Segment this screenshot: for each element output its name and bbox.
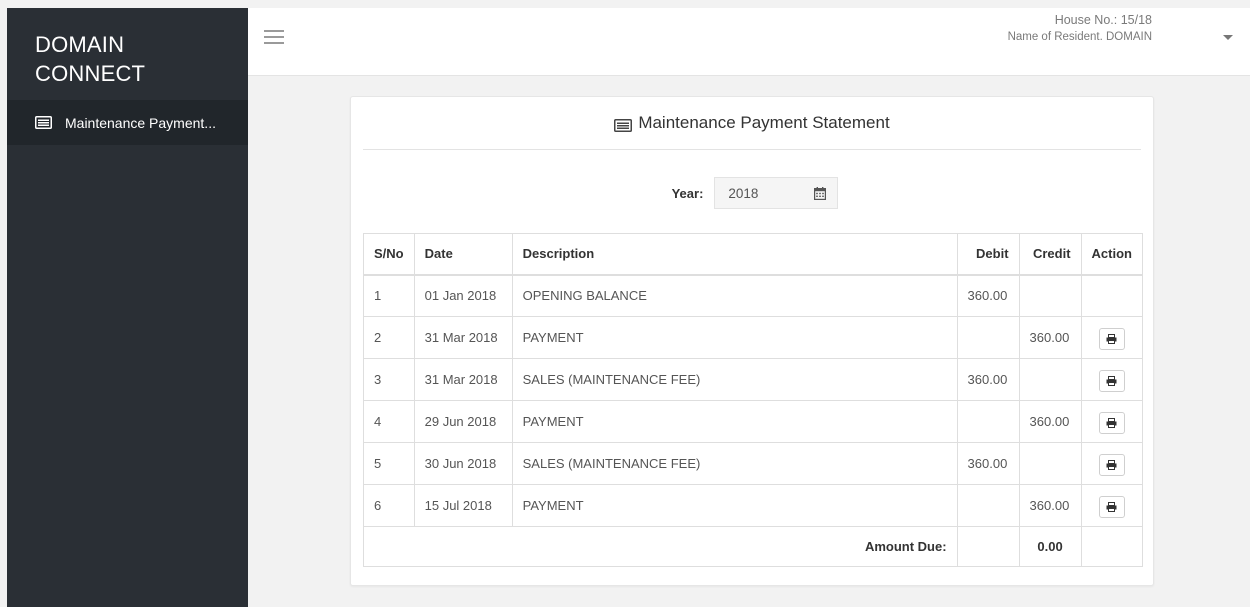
cell-credit bbox=[1018, 358, 1082, 401]
sidebar: DOMAIN CONNECT Maintenance Payment... bbox=[7, 8, 248, 607]
sidebar-item-maintenance-payment[interactable]: Maintenance Payment... bbox=[7, 100, 248, 145]
cell-description: OPENING BALANCE bbox=[511, 274, 958, 317]
cell-action bbox=[1080, 400, 1144, 443]
statement-table: S/No Date Description Debit Credit Actio… bbox=[363, 233, 1144, 567]
column-header-action: Action bbox=[1080, 233, 1144, 276]
cell-description: SALES (MAINTENANCE FEE) bbox=[511, 442, 958, 485]
cell-debit: 360.00 bbox=[956, 442, 1020, 485]
print-icon bbox=[1106, 460, 1117, 470]
print-button[interactable] bbox=[1098, 454, 1125, 476]
cell-description: SALES (MAINTENANCE FEE) bbox=[511, 358, 958, 401]
sidebar-item-label: Maintenance Payment... bbox=[65, 114, 216, 131]
table-row: 1 01 Jan 2018 OPENING BALANCE 360.00 bbox=[363, 274, 1144, 317]
cell-debit: 360.00 bbox=[956, 358, 1020, 401]
menu-toggle-icon[interactable] bbox=[264, 30, 284, 44]
cell-debit bbox=[956, 400, 1020, 443]
brand-line-1: DOMAIN bbox=[35, 32, 125, 57]
cell-credit: 360.00 bbox=[1018, 484, 1082, 527]
top-bar: House No.: 15/18 Name of Resident. DOMAI… bbox=[248, 8, 1250, 76]
print-icon bbox=[1106, 418, 1117, 428]
cell-description: PAYMENT bbox=[511, 400, 958, 443]
house-number: House No.: 15/18 bbox=[1054, 13, 1152, 27]
panel-title: Maintenance Payment Statement bbox=[363, 97, 1141, 150]
column-header-sno: S/No bbox=[363, 233, 415, 276]
print-icon bbox=[1106, 334, 1117, 344]
cell-credit: 360.00 bbox=[1018, 316, 1082, 359]
print-button[interactable] bbox=[1098, 412, 1125, 434]
year-filter: Year: 2018 bbox=[351, 177, 1153, 209]
cell-description: PAYMENT bbox=[511, 484, 958, 527]
cell-debit bbox=[956, 316, 1020, 359]
cell-action bbox=[1080, 484, 1144, 527]
cell-debit: 360.00 bbox=[956, 274, 1020, 317]
cell-action bbox=[1080, 442, 1144, 485]
resident-name-line: Name of Resident. DOMAIN bbox=[1008, 29, 1152, 46]
table-header-row: S/No Date Description Debit Credit Actio… bbox=[363, 233, 1144, 276]
print-button[interactable] bbox=[1098, 370, 1125, 392]
cell-credit: 360.00 bbox=[1018, 400, 1082, 443]
table-row: 6 15 Jul 2018 PAYMENT 360.00 bbox=[363, 484, 1144, 527]
cell-description: PAYMENT bbox=[511, 316, 958, 359]
cell-sno: 1 bbox=[363, 274, 415, 317]
column-header-credit: Credit bbox=[1018, 233, 1082, 276]
print-icon bbox=[1106, 376, 1117, 386]
year-input[interactable]: 2018 bbox=[714, 177, 839, 209]
year-value: 2018 bbox=[728, 185, 759, 201]
cell-action bbox=[1080, 316, 1144, 359]
cell-credit bbox=[1018, 442, 1082, 485]
calendar-icon[interactable] bbox=[814, 187, 827, 201]
table-row: 2 31 Mar 2018 PAYMENT 360.00 bbox=[363, 316, 1144, 359]
cell-date: 30 Jun 2018 bbox=[413, 442, 513, 485]
column-header-description: Description bbox=[511, 233, 958, 276]
column-header-date: Date bbox=[413, 233, 513, 276]
statement-title: Maintenance Payment Statement bbox=[638, 113, 890, 132]
amount-due-label: Amount Due: bbox=[363, 526, 958, 567]
cell-action bbox=[1080, 274, 1144, 317]
total-row: Amount Due: 0.00 bbox=[363, 526, 1144, 567]
print-button[interactable] bbox=[1098, 496, 1125, 518]
brand-line-2: CONNECT bbox=[35, 61, 146, 86]
cell-sno: 5 bbox=[363, 442, 415, 485]
resident-label: Name of Resident. bbox=[1007, 31, 1106, 43]
cell-sno: 3 bbox=[363, 358, 415, 401]
amount-due-value: 0.00 bbox=[1018, 526, 1082, 567]
resident-info: House No.: 15/18 Name of Resident. DOMAI… bbox=[1008, 12, 1152, 46]
resident-name: DOMAIN bbox=[1106, 31, 1152, 43]
cell-credit bbox=[1018, 274, 1082, 317]
cell-sno: 6 bbox=[363, 484, 415, 527]
table-row: 5 30 Jun 2018 SALES (MAINTENANCE FEE) 36… bbox=[363, 442, 1144, 485]
cell-sno: 4 bbox=[363, 400, 415, 443]
cell-debit bbox=[956, 484, 1020, 527]
cell-date: 29 Jun 2018 bbox=[413, 400, 513, 443]
column-header-debit: Debit bbox=[956, 233, 1020, 276]
user-menu-chevron-down-icon[interactable] bbox=[1223, 35, 1233, 40]
cell-date: 31 Mar 2018 bbox=[413, 358, 513, 401]
statement-panel: Maintenance Payment Statement Year: 2018 bbox=[350, 96, 1154, 586]
cell-action bbox=[1080, 358, 1144, 401]
list-icon bbox=[614, 117, 633, 132]
table-row: 3 31 Mar 2018 SALES (MAINTENANCE FEE) 36… bbox=[363, 358, 1144, 401]
cell-action-total bbox=[1080, 526, 1144, 567]
list-icon bbox=[35, 116, 52, 129]
print-button[interactable] bbox=[1098, 328, 1125, 350]
cell-sno: 2 bbox=[363, 316, 415, 359]
brand-logo[interactable]: DOMAIN CONNECT bbox=[7, 8, 248, 100]
table-row: 4 29 Jun 2018 PAYMENT 360.00 bbox=[363, 400, 1144, 443]
cell-date: 31 Mar 2018 bbox=[413, 316, 513, 359]
cell-date: 15 Jul 2018 bbox=[413, 484, 513, 527]
print-icon bbox=[1106, 502, 1117, 512]
year-label: Year: bbox=[671, 185, 704, 201]
cell-date: 01 Jan 2018 bbox=[413, 274, 513, 317]
cell-debit-total bbox=[956, 526, 1020, 567]
